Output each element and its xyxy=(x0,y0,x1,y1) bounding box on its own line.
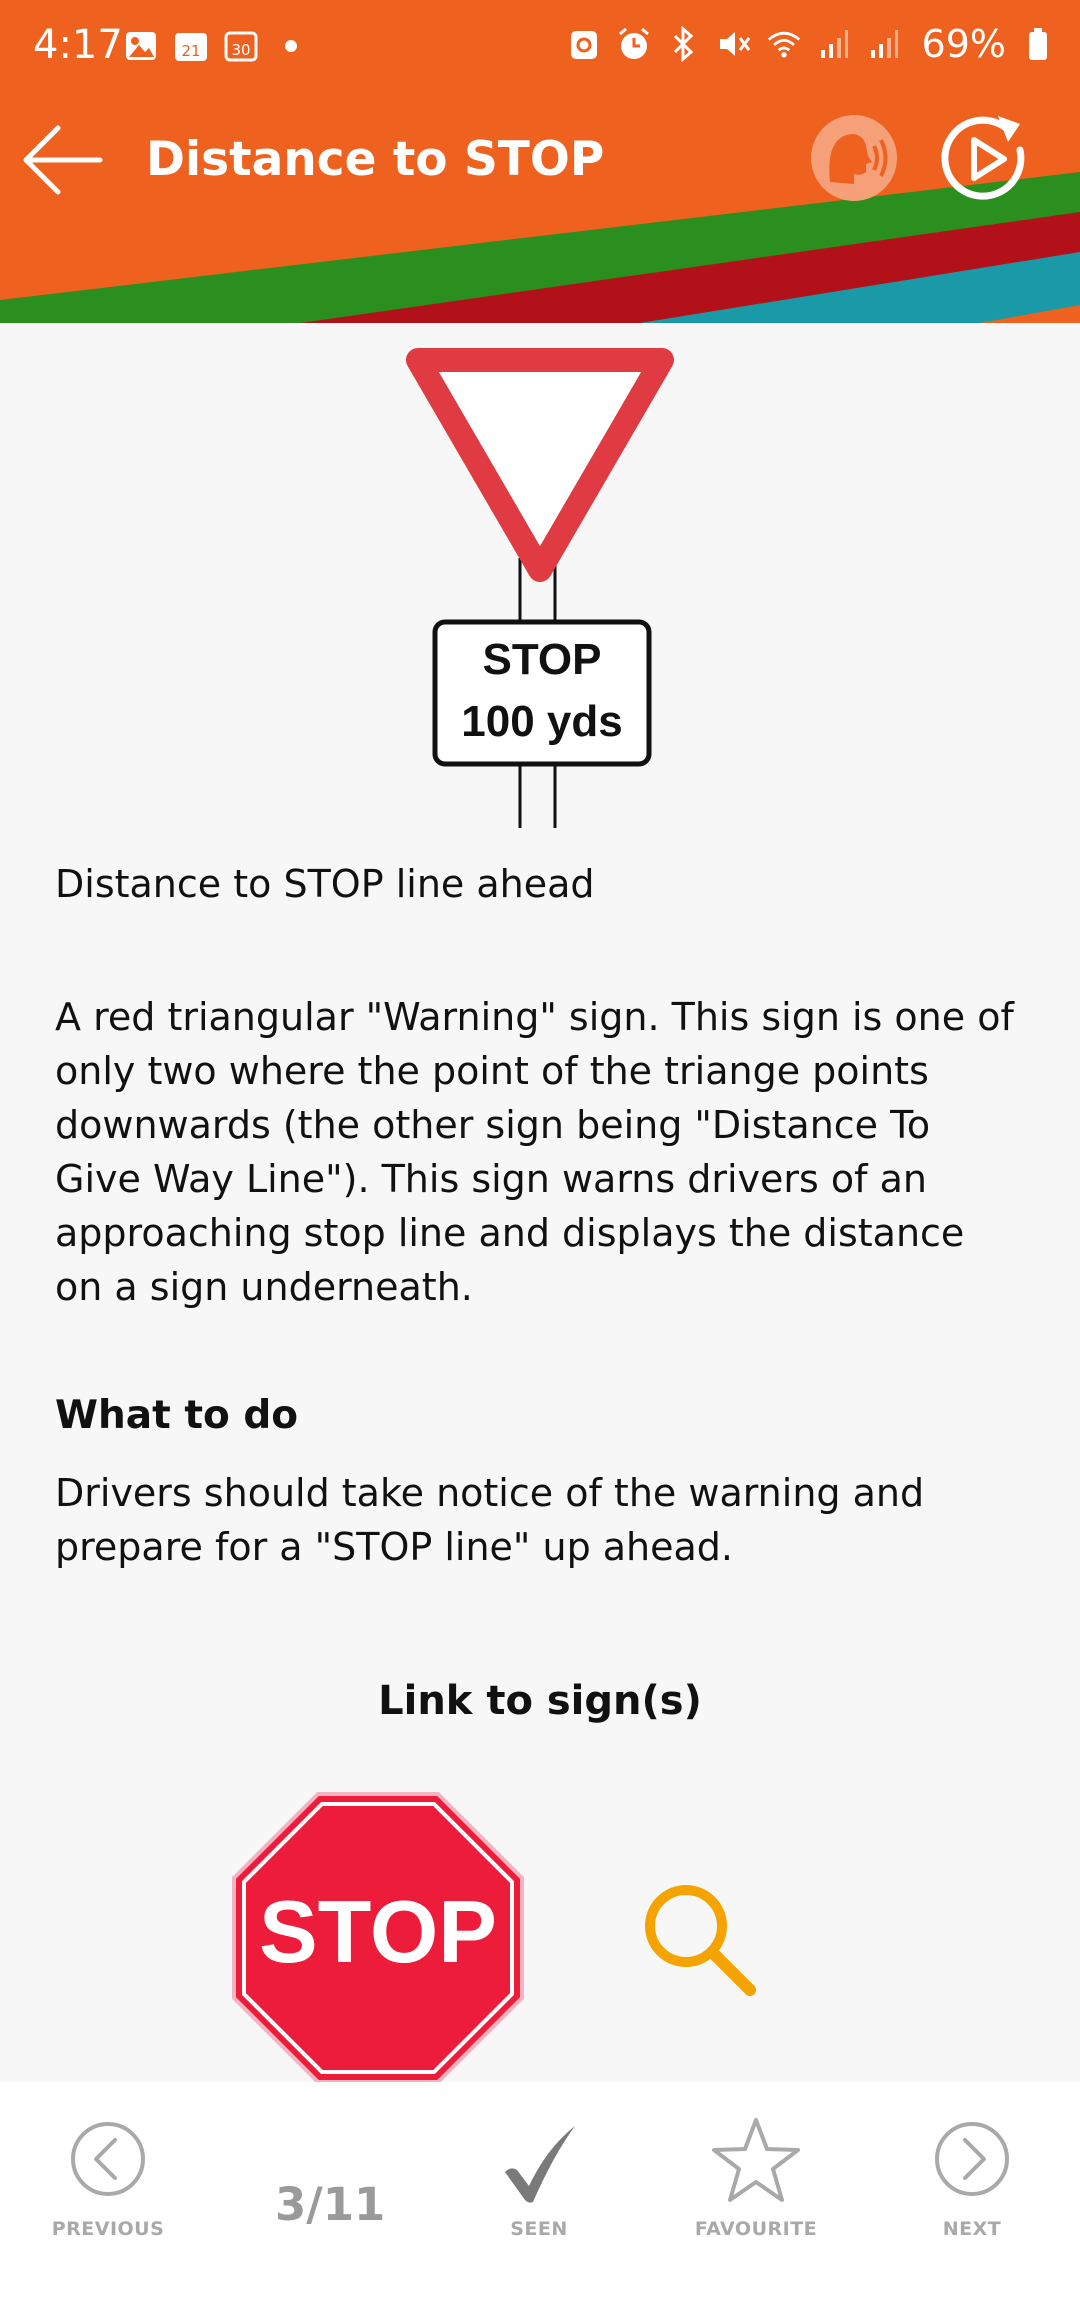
alarm-icon xyxy=(616,26,652,62)
status-bar: 4:17 21 30 69% xyxy=(0,0,1080,92)
play-button[interactable] xyxy=(936,110,1032,206)
favourite-label: FAVOURITE xyxy=(694,2218,818,2240)
svg-text:30: 30 xyxy=(231,41,250,59)
previous-label: PREVIOUS xyxy=(51,2218,165,2240)
dot-icon xyxy=(273,28,309,64)
what-to-do-heading: What to do xyxy=(55,1393,299,1438)
svg-text:21: 21 xyxy=(181,42,200,60)
page-counter: 3/11 xyxy=(275,2178,386,2231)
status-time: 4:17 xyxy=(33,22,123,68)
link-to-signs-heading: Link to sign(s) xyxy=(378,1678,702,1724)
signal-icon-2 xyxy=(866,26,902,62)
plate-line-1: STOP xyxy=(482,635,601,684)
next-button[interactable]: NEXT xyxy=(904,2082,1040,2316)
chevron-left-icon xyxy=(71,2122,145,2196)
battery-icon xyxy=(1020,26,1056,62)
sign-caption: Distance to STOP line ahead xyxy=(55,862,595,906)
calendar-outline-icon: 30 xyxy=(223,28,259,64)
back-button[interactable] xyxy=(20,118,110,198)
recycle-icon xyxy=(566,26,602,62)
signal-icon xyxy=(816,26,852,62)
favourite-button[interactable]: FAVOURITE xyxy=(686,2082,826,2316)
calendar-icon: 21 xyxy=(173,28,209,64)
speak-button[interactable] xyxy=(808,112,900,204)
main-sign-image: STOP 100 yds xyxy=(405,348,675,834)
next-label: NEXT xyxy=(942,2218,1002,2240)
speaking-head-icon xyxy=(811,115,897,201)
star-icon xyxy=(712,2118,800,2202)
chevron-right-icon xyxy=(935,2122,1009,2196)
seen-label: SEEN xyxy=(510,2218,568,2240)
bluetooth-icon xyxy=(666,26,702,62)
previous-button[interactable]: PREVIOUS xyxy=(40,2082,176,2316)
gallery-icon xyxy=(123,28,159,64)
app-header: 4:17 21 30 69% Distance to STOP xyxy=(0,0,1080,323)
system-icons: 69% xyxy=(566,22,1056,66)
bottom-navigation: PREVIOUS 3/11 SEEN FAVOURITE NEXT xyxy=(0,2082,1080,2316)
what-to-do-text: Drivers should take notice of the warnin… xyxy=(55,1471,925,1569)
play-replay-icon xyxy=(941,116,1025,200)
linked-stop-sign[interactable]: STOP xyxy=(232,1792,524,2088)
wifi-icon xyxy=(766,26,802,62)
page-title: Distance to STOP xyxy=(146,132,605,187)
mute-icon xyxy=(716,26,752,62)
sign-description: A red triangular "Warning" sign. This si… xyxy=(55,995,1014,1309)
seen-button[interactable]: SEEN xyxy=(479,2082,599,2316)
notification-icons: 21 30 xyxy=(123,28,309,64)
battery-level: 69% xyxy=(921,22,1006,66)
checkmark-icon xyxy=(505,2126,575,2203)
arrow-left-icon xyxy=(23,125,103,195)
plate-line-2: 100 yds xyxy=(461,697,622,746)
linked-sign-text: STOP xyxy=(259,1882,497,1981)
warning-triangle xyxy=(406,348,674,582)
magnifier-icon[interactable] xyxy=(640,1880,760,2004)
